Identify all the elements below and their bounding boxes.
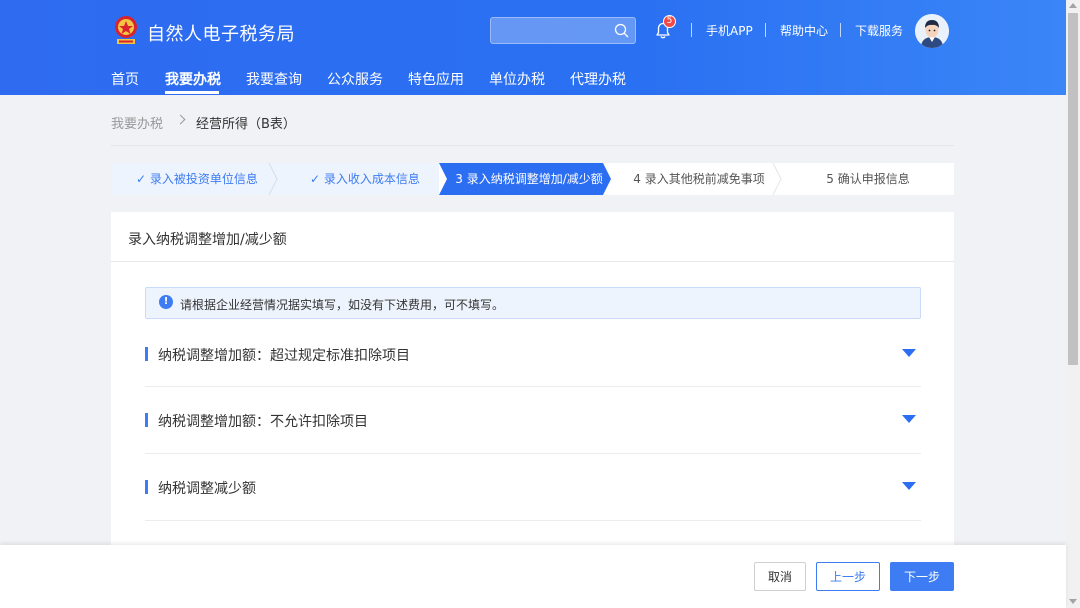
info-icon: ! bbox=[159, 295, 173, 309]
section-marker bbox=[145, 480, 148, 494]
step-1[interactable]: ✓ 录入被投资单位信息 bbox=[111, 163, 283, 195]
nav-public-service[interactable]: 公众服务 bbox=[327, 69, 383, 89]
avatar-icon bbox=[915, 14, 949, 48]
nav-query[interactable]: 我要查询 bbox=[246, 69, 302, 89]
search-box[interactable] bbox=[490, 17, 636, 44]
step-2[interactable]: ✓ 录入收入成本信息 bbox=[279, 163, 451, 195]
step-2-label: 录入收入成本信息 bbox=[323, 172, 420, 186]
mobile-app-link[interactable]: 手机APP bbox=[706, 22, 753, 39]
user-avatar[interactable] bbox=[915, 14, 949, 48]
previous-step-button[interactable]: 上一步 bbox=[816, 562, 880, 591]
step-4-label: 4 录入其他税前减免事项 bbox=[633, 172, 765, 186]
tax-emblem-icon bbox=[115, 16, 137, 44]
header-separator bbox=[765, 23, 766, 37]
divider bbox=[111, 145, 954, 146]
nav-home[interactable]: 首页 bbox=[111, 69, 139, 89]
site-brand[interactable]: 自然人电子税务局 bbox=[147, 20, 295, 46]
section-title-reduction[interactable]: 纳税调整减少额 bbox=[158, 478, 256, 498]
panel-title: 录入纳税调整增加/减少额 bbox=[128, 232, 287, 248]
expand-caret-icon[interactable] bbox=[902, 482, 916, 490]
step-5-label: 5 确认申报信息 bbox=[826, 172, 910, 186]
nav-active-indicator bbox=[165, 91, 219, 94]
cancel-button[interactable]: 取消 bbox=[754, 562, 806, 591]
divider bbox=[145, 386, 921, 387]
search-icon[interactable] bbox=[614, 23, 629, 38]
section-marker bbox=[145, 413, 148, 427]
section-title-nondeductible[interactable]: 纳税调整增加额：不允许扣除项目 bbox=[158, 411, 368, 431]
step-4[interactable]: 4 录入其他税前减免事项 bbox=[613, 163, 785, 195]
scroll-up-arrow-icon[interactable] bbox=[1069, 3, 1077, 8]
header-separator bbox=[840, 23, 841, 37]
next-step-button[interactable]: 下一步 bbox=[890, 562, 954, 591]
section-marker bbox=[145, 347, 148, 361]
step-3[interactable]: 3 录入纳税调整增加/减少额 bbox=[447, 163, 611, 195]
section-title-excess-deduction[interactable]: 纳税调整增加额：超过规定标准扣除项目 bbox=[158, 345, 410, 365]
download-service-link[interactable]: 下载服务 bbox=[855, 22, 903, 39]
breadcrumb-parent[interactable]: 我要办税 bbox=[111, 113, 163, 132]
nav-featured-apps[interactable]: 特色应用 bbox=[408, 69, 464, 89]
notice-text: 请根据企业经营情况据实填写，如没有下述费用，可不填写。 bbox=[180, 298, 505, 312]
step-3-label: 3 录入纳税调整增加/减少额 bbox=[455, 172, 603, 186]
step-5[interactable]: 5 确认申报信息 bbox=[782, 163, 954, 195]
notification-badge: 5 bbox=[663, 15, 676, 28]
divider bbox=[145, 520, 921, 521]
divider bbox=[111, 261, 954, 262]
help-center-link[interactable]: 帮助中心 bbox=[780, 22, 828, 39]
search-input[interactable] bbox=[491, 18, 611, 43]
step-1-label: 录入被投资单位信息 bbox=[149, 172, 258, 186]
form-panel bbox=[111, 212, 954, 552]
nav-agent-tax[interactable]: 代理办税 bbox=[570, 69, 626, 89]
scroll-down-arrow-icon[interactable] bbox=[1069, 599, 1077, 604]
chevron-right-icon bbox=[175, 114, 186, 125]
breadcrumb-current: 经营所得（B表） bbox=[196, 117, 296, 132]
nav-unit-tax[interactable]: 单位办税 bbox=[489, 69, 545, 89]
divider bbox=[145, 453, 921, 454]
check-icon: ✓ bbox=[136, 172, 150, 186]
nav-tax-handling[interactable]: 我要办税 bbox=[165, 69, 221, 89]
expand-caret-icon[interactable] bbox=[902, 415, 916, 423]
expand-caret-icon[interactable] bbox=[902, 349, 916, 357]
scroll-thumb[interactable] bbox=[1068, 13, 1078, 365]
check-icon: ✓ bbox=[310, 172, 324, 186]
header-separator bbox=[691, 23, 692, 37]
